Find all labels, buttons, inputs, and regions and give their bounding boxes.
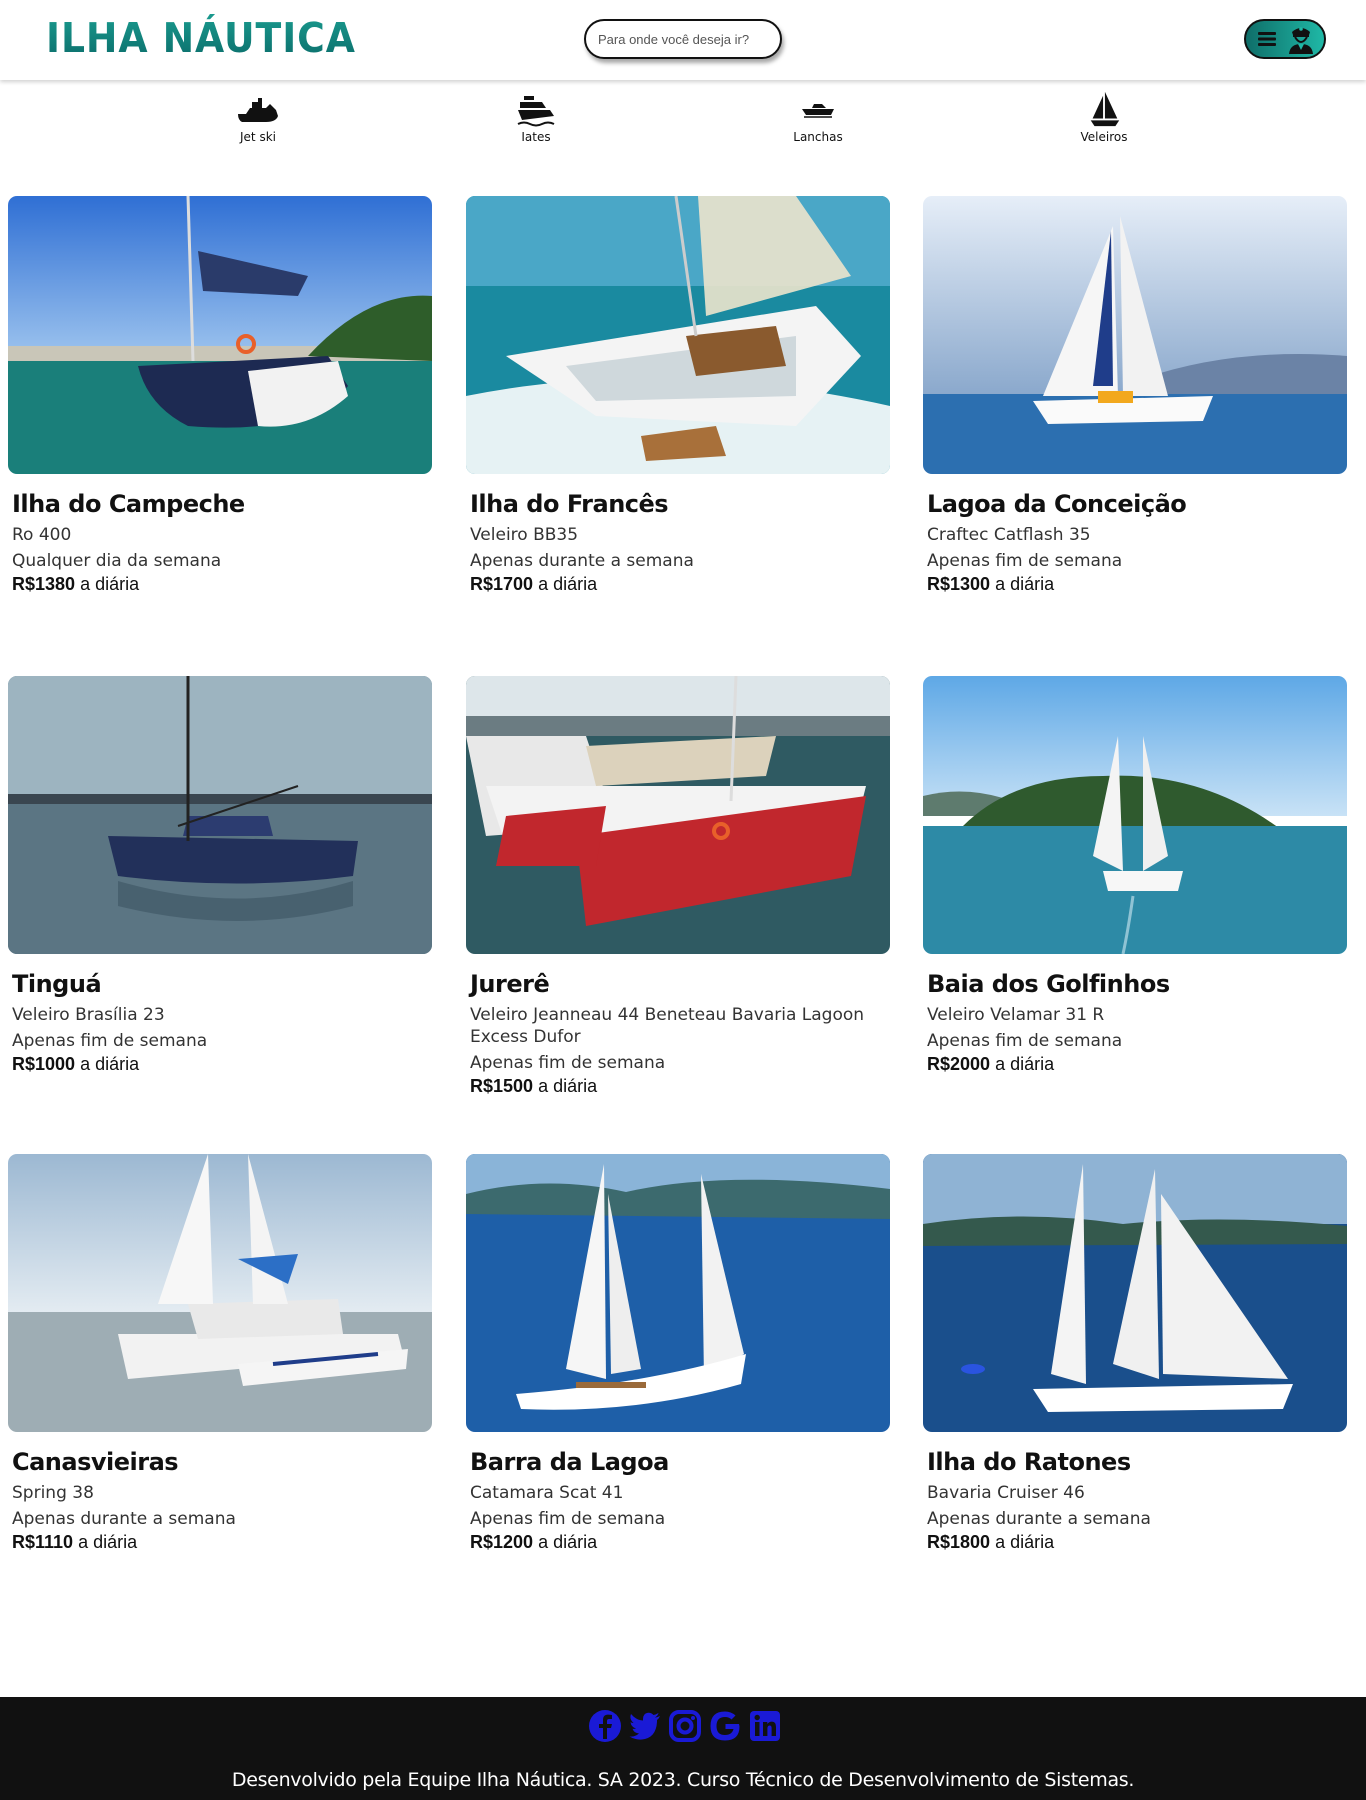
card-model: Spring 38	[12, 1483, 94, 1503]
listing-card[interactable]: Canasvieiras Spring 38 Apenas durante a …	[8, 1154, 432, 1553]
price-suffix: a diária	[75, 1054, 140, 1075]
boat-photo[interactable]	[923, 676, 1347, 954]
price-value: R$1000	[12, 1054, 76, 1075]
price-suffix: a diária	[533, 1532, 598, 1553]
card-model: Veleiro Jeanneau 44 Beneteau Bavaria Lag…	[470, 1005, 865, 1048]
social-links	[588, 1709, 782, 1743]
speedboat-icon	[802, 104, 834, 118]
jetski-icon	[238, 98, 278, 122]
price-suffix: a diária	[75, 574, 140, 595]
category-bar: Jet ski Iates Lanchas Veleiros	[0, 90, 1366, 160]
yacht-icon	[517, 96, 555, 127]
card-availability: Apenas fim de semana	[927, 1031, 1123, 1052]
facebook-icon[interactable]	[588, 1709, 622, 1743]
boat-photo[interactable]	[466, 1154, 890, 1432]
card-price: R$2000 a diária	[927, 1054, 1347, 1075]
card-title: Ilha do Ratones	[927, 1448, 1131, 1476]
card-title: Jurerê	[470, 970, 550, 998]
card-title: Ilha do Francês	[470, 490, 669, 518]
card-title: Lagoa da Conceição	[927, 490, 1187, 518]
boat-photo[interactable]	[466, 676, 890, 954]
card-title: Barra da Lagoa	[470, 1448, 669, 1476]
card-availability: Apenas fim de semana	[12, 1031, 208, 1052]
instagram-icon[interactable]	[668, 1709, 702, 1743]
card-availability: Apenas fim de semana	[927, 551, 1123, 572]
card-model: Veleiro Brasília 23	[12, 1005, 165, 1025]
price-value: R$1300	[927, 574, 991, 595]
sailboat-icon	[1090, 91, 1120, 127]
header: ILHA NÁUTICA	[0, 0, 1366, 80]
card-price: R$1000 a diária	[12, 1054, 432, 1075]
listing-card[interactable]: Ilha do Francês Veleiro BB35 Apenas dura…	[466, 196, 890, 595]
category-jetski[interactable]: Jet ski	[198, 90, 318, 144]
price-suffix: a diária	[533, 574, 598, 595]
category-label: Iates	[521, 130, 551, 144]
logo[interactable]: ILHA NÁUTICA	[46, 14, 356, 62]
category-lanchas[interactable]: Lanchas	[758, 90, 878, 144]
google-icon[interactable]	[708, 1709, 742, 1743]
card-price: R$1380 a diária	[12, 574, 432, 595]
card-model: Craftec Catflash 35	[927, 525, 1091, 545]
boat-photo[interactable]	[8, 196, 432, 474]
card-availability: Apenas fim de semana	[470, 1509, 666, 1530]
price-suffix: a diária	[533, 1076, 598, 1097]
price-value: R$1700	[470, 574, 534, 595]
price-value: R$1500	[470, 1076, 534, 1097]
card-availability: Apenas durante a semana	[927, 1509, 1151, 1530]
card-title: Baia dos Golfinhos	[927, 970, 1170, 998]
category-label: Veleiros	[1080, 130, 1128, 144]
card-price: R$1300 a diária	[927, 574, 1347, 595]
category-label: Jet ski	[240, 130, 276, 144]
listing-card[interactable]: Ilha do Ratones Bavaria Cruiser 46 Apena…	[923, 1154, 1347, 1553]
card-model: Catamara Scat 41	[470, 1483, 624, 1503]
category-veleiros[interactable]: Veleiros	[1044, 90, 1164, 144]
card-availability: Apenas durante a semana	[12, 1509, 236, 1530]
card-model: Bavaria Cruiser 46	[927, 1483, 1085, 1503]
boat-photo[interactable]	[923, 196, 1347, 474]
card-price: R$1700 a diária	[470, 574, 890, 595]
price-suffix: a diária	[990, 574, 1055, 595]
card-title: Tinguá	[12, 970, 102, 998]
captain-avatar-icon	[1289, 27, 1313, 54]
card-availability: Apenas fim de semana	[470, 1053, 666, 1074]
footer-credits: Desenvolvido pela Equipe Ilha Náutica. S…	[231, 1769, 1135, 1791]
card-price: R$1200 a diária	[470, 1532, 890, 1553]
hamburger-icon	[1258, 32, 1276, 46]
card-model: Veleiro Velamar 31 R	[927, 1005, 1105, 1025]
boat-photo[interactable]	[8, 1154, 432, 1432]
listing-card[interactable]: Tinguá Veleiro Brasília 23 Apenas fim de…	[8, 676, 432, 1075]
linkedin-icon[interactable]	[748, 1709, 782, 1743]
card-title: Ilha do Campeche	[12, 490, 245, 518]
category-iates[interactable]: Iates	[476, 90, 596, 144]
twitter-icon[interactable]	[628, 1709, 662, 1743]
card-availability: Apenas durante a semana	[470, 551, 694, 572]
price-suffix: a diária	[73, 1532, 138, 1553]
boat-photo[interactable]	[923, 1154, 1347, 1432]
price-value: R$2000	[927, 1054, 991, 1075]
price-suffix: a diária	[990, 1532, 1055, 1553]
price-value: R$1380	[12, 574, 76, 595]
boat-photo[interactable]	[466, 196, 890, 474]
price-value: R$1110	[12, 1532, 74, 1553]
listing-card[interactable]: Barra da Lagoa Catamara Scat 41 Apenas f…	[466, 1154, 890, 1553]
category-label: Lanchas	[793, 130, 843, 144]
card-price: R$1500 a diária	[470, 1076, 890, 1097]
price-suffix: a diária	[990, 1054, 1055, 1075]
listing-card[interactable]: Lagoa da Conceição Craftec Catflash 35 A…	[923, 196, 1347, 595]
card-model: Veleiro BB35	[470, 525, 579, 545]
price-value: R$1800	[927, 1532, 991, 1553]
card-model: Ro 400	[12, 525, 72, 545]
price-value: R$1200	[470, 1532, 534, 1553]
card-price: R$1110 a diária	[12, 1532, 432, 1553]
listing-card[interactable]: Ilha do Campeche Ro 400 Qualquer dia da …	[8, 196, 432, 595]
footer: Desenvolvido pela Equipe Ilha Náutica. S…	[0, 1697, 1366, 1800]
card-availability: Qualquer dia da semana	[12, 551, 222, 572]
card-title: Canasvieiras	[12, 1448, 179, 1476]
menu-button[interactable]	[1244, 19, 1326, 59]
search-input[interactable]	[584, 19, 782, 59]
listing-card[interactable]: Jurerê Veleiro Jeanneau 44 Beneteau Bava…	[466, 676, 890, 1097]
listing-card[interactable]: Baia dos Golfinhos Veleiro Velamar 31 R …	[923, 676, 1347, 1075]
card-price: R$1800 a diária	[927, 1532, 1347, 1553]
boat-photo[interactable]	[8, 676, 432, 954]
